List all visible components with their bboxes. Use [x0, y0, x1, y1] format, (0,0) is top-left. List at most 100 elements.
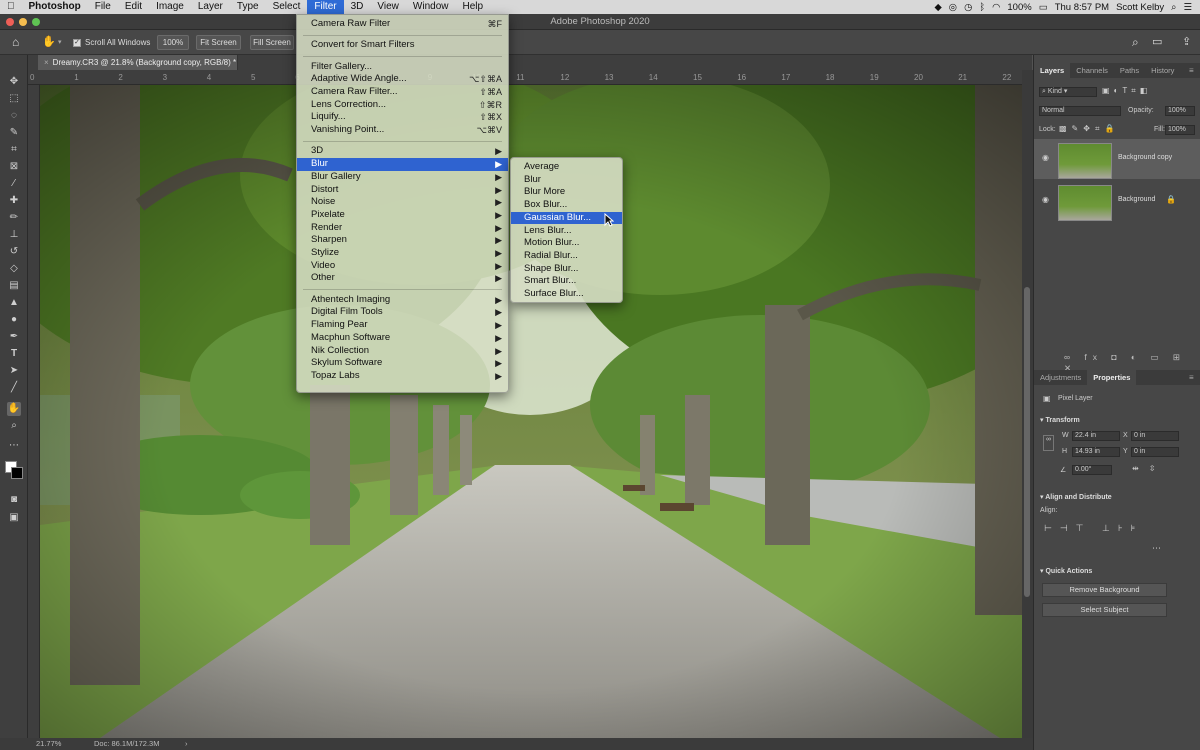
crop-tool-icon[interactable]: ⌗ — [7, 143, 21, 157]
filter-menu-item-digital-film-tools[interactable]: Digital Film Tools ▶ — [297, 306, 508, 319]
link-dimensions-icon[interactable]: ∞ — [1043, 435, 1054, 451]
filter-menu-item-sharpen[interactable]: Sharpen ▶ — [297, 234, 508, 247]
properties-panel-menu-icon[interactable]: ≡ — [1189, 373, 1194, 382]
tab-properties[interactable]: Properties — [1087, 370, 1137, 385]
filter-menu-item-camera-raw-filter[interactable]: Camera Raw Filter... ⇧⌘A — [297, 86, 508, 99]
layer-name[interactable]: Background copy — [1118, 154, 1172, 161]
blur-menu-item-average[interactable]: Average — [511, 161, 622, 174]
filter-menu-item-render[interactable]: Render ▶ — [297, 222, 508, 235]
path-select-tool-icon[interactable]: ➤ — [7, 364, 21, 378]
filter-menu-item-blur[interactable]: Blur ▶ — [297, 158, 508, 171]
opacity-input[interactable]: 100% — [1165, 106, 1195, 116]
type-tool-icon[interactable]: T — [7, 347, 21, 361]
menu-3d[interactable]: 3D — [344, 0, 371, 14]
hand-tool-icon[interactable]: ✋ — [42, 35, 56, 48]
frame-tool-icon[interactable]: ⊠ — [7, 160, 21, 174]
filter-menu-item-flaming-pear[interactable]: Flaming Pear ▶ — [297, 319, 508, 332]
y-input[interactable]: 0 in — [1131, 447, 1179, 457]
layer-row-background[interactable]: ◉ Background 🔒 — [1034, 181, 1200, 221]
remove-background-button[interactable]: Remove Background — [1042, 583, 1167, 597]
align-buttons[interactable]: ⊢⊣⊤ ⊥⊦⊧ — [1044, 523, 1143, 534]
menu-file[interactable]: File — [88, 0, 118, 14]
layer-name[interactable]: Background — [1118, 196, 1155, 203]
filter-menu-item-distort[interactable]: Distort ▶ — [297, 184, 508, 197]
visibility-eye-icon[interactable]: ◉ — [1042, 195, 1049, 204]
battery-icon[interactable]: ▭ — [1039, 2, 1048, 13]
select-subject-button[interactable]: Select Subject — [1042, 603, 1167, 617]
screen-mode-icon[interactable]: ▣ — [7, 511, 21, 525]
layers-panel-menu-icon[interactable]: ≡ — [1189, 66, 1194, 75]
menu-type[interactable]: Type — [230, 0, 266, 14]
close-tab-icon[interactable]: × — [44, 58, 49, 67]
more-tools-icon[interactable]: ⋯ — [7, 439, 21, 453]
user-name[interactable]: Scott Kelby — [1116, 2, 1164, 13]
clock-icon[interactable]: ◷ — [964, 2, 972, 13]
blur-menu-item-blur-more[interactable]: Blur More — [511, 186, 622, 199]
blend-mode-select[interactable]: Normal — [1039, 106, 1121, 116]
tab-paths[interactable]: Paths — [1114, 63, 1145, 78]
layer-filter-icons[interactable]: ▣◐T⌗◧ — [1102, 86, 1151, 96]
wifi-icon[interactable]: ◠ — [992, 2, 1000, 13]
filter-menu-item-noise[interactable]: Noise ▶ — [297, 196, 508, 209]
width-input[interactable]: 22.4 in — [1072, 431, 1120, 441]
creative-cloud-icon[interactable]: ◎ — [949, 2, 957, 13]
status-menu-icon[interactable]: › — [185, 738, 188, 750]
menu-clock[interactable]: Thu 8:57 PM — [1055, 2, 1109, 13]
background-color-swatch[interactable] — [11, 467, 23, 479]
pen-tool-icon[interactable]: ✒ — [7, 330, 21, 344]
flip-icons[interactable]: ⇹⇳ — [1132, 464, 1165, 473]
quick-mask-icon[interactable]: ◙ — [7, 493, 21, 507]
home-icon[interactable]: ⌂ — [12, 35, 19, 49]
filter-menu-item-adaptive-wide-angle[interactable]: Adaptive Wide Angle... ⌥⇧⌘A — [297, 73, 508, 86]
gradient-tool-icon[interactable]: ▤ — [7, 279, 21, 293]
quick-select-tool-icon[interactable]: ✎ — [7, 126, 21, 140]
marquee-tool-icon[interactable]: ⬚ — [7, 92, 21, 106]
filter-menu-item-athentech-imaging[interactable]: Athentech Imaging ▶ — [297, 294, 508, 307]
zoom-tool-icon[interactable]: ⌕ — [7, 419, 21, 433]
lock-icons[interactable]: ▩✎✥⌗🔒 — [1059, 124, 1119, 134]
menu-filter[interactable]: Filter — [307, 0, 344, 14]
blur-menu-item-smart-blur[interactable]: Smart Blur... — [511, 275, 622, 288]
lasso-tool-icon[interactable]: ◌ — [7, 109, 21, 123]
tab-channels[interactable]: Channels — [1070, 63, 1114, 78]
x-input[interactable]: 0 in — [1131, 431, 1179, 441]
filter-menu-item-liquify[interactable]: Liquify... ⇧⌘X — [297, 111, 508, 124]
transform-section-title[interactable]: ▾ Transform — [1040, 416, 1080, 424]
blur-menu-item-box-blur[interactable]: Box Blur... — [511, 199, 622, 212]
blur-menu-item-blur[interactable]: Blur — [511, 174, 622, 187]
filter-menu-item-stylize[interactable]: Stylize ▶ — [297, 247, 508, 260]
fit-screen-button[interactable]: Fit Screen — [196, 35, 241, 50]
blur-menu-item-shape-blur[interactable]: Shape Blur... — [511, 263, 622, 276]
tab-history[interactable]: History — [1145, 63, 1180, 78]
align-section-title[interactable]: ▾ Align and Distribute — [1040, 493, 1112, 501]
tool-preset-dropdown-icon[interactable]: ▾ — [58, 38, 62, 46]
fill-screen-button[interactable]: Fill Screen — [250, 35, 294, 50]
filter-menu-item-lens-correction[interactable]: Lens Correction... ⇧⌘R — [297, 99, 508, 112]
dropbox-icon[interactable]: ◆ — [934, 2, 941, 13]
filter-menu-item-skylum-software[interactable]: Skylum Software ▶ — [297, 357, 508, 370]
document-tab[interactable]: × Dreamy.CR3 @ 21.8% (Background copy, RG… — [38, 55, 238, 70]
dodge-tool-icon[interactable]: ● — [7, 313, 21, 327]
line-tool-icon[interactable]: ╱ — [7, 381, 21, 395]
menu-help[interactable]: Help — [455, 0, 490, 14]
healing-brush-tool-icon[interactable]: ✚ — [7, 194, 21, 208]
visibility-eye-icon[interactable]: ◉ — [1042, 153, 1049, 162]
filter-menu-item-filter-gallery[interactable]: Filter Gallery... — [297, 61, 508, 74]
filter-menu-item-vanishing-point[interactable]: Vanishing Point... ⌥⌘V — [297, 124, 508, 137]
filter-menu-item-other[interactable]: Other ▶ — [297, 272, 508, 285]
filter-menu-item-camera-raw-filter[interactable]: Camera Raw Filter ⌘F — [297, 18, 508, 31]
menu-select[interactable]: Select — [266, 0, 308, 14]
bluetooth-icon[interactable]: ᛒ — [979, 2, 985, 13]
menu-image[interactable]: Image — [149, 0, 191, 14]
angle-input[interactable]: 0.00° — [1072, 465, 1112, 475]
fill-input[interactable]: 100% — [1165, 125, 1195, 135]
menu-edit[interactable]: Edit — [118, 0, 149, 14]
filter-menu-item-convert-for-smart-filters[interactable]: Convert for Smart Filters — [297, 39, 508, 52]
move-tool-icon[interactable]: ✥ — [7, 75, 21, 89]
menu-window[interactable]: Window — [406, 0, 456, 14]
tab-adjustments[interactable]: Adjustments — [1034, 370, 1087, 385]
clone-stamp-tool-icon[interactable]: ⊥ — [7, 228, 21, 242]
share-icon[interactable]: ⇪ — [1182, 35, 1191, 48]
filter-menu-item-pixelate[interactable]: Pixelate ▶ — [297, 209, 508, 222]
blur-menu-item-radial-blur[interactable]: Radial Blur... — [511, 250, 622, 263]
